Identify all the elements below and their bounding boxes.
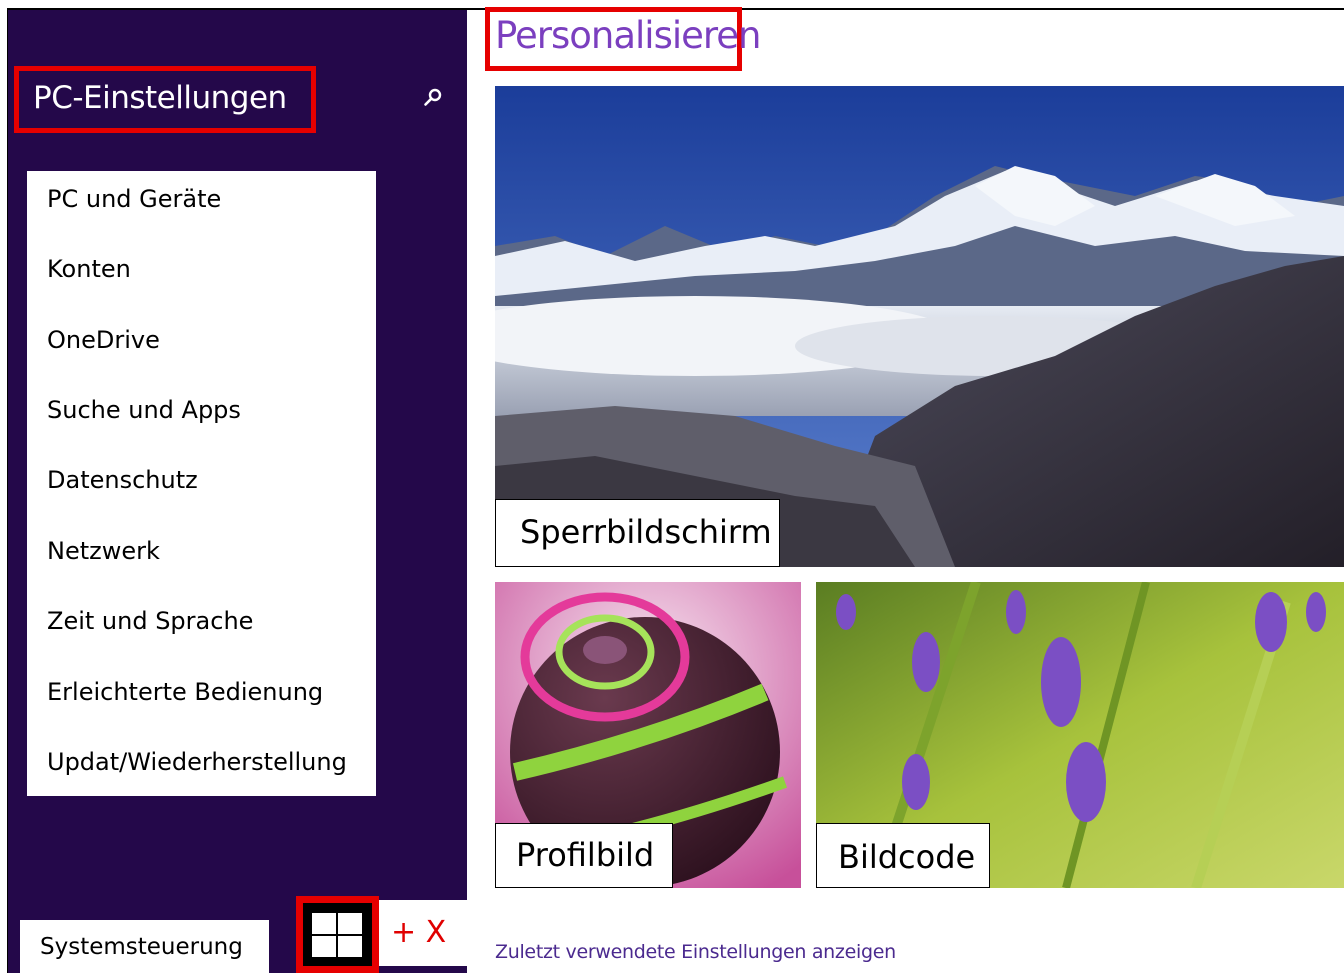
nav-item-time-language[interactable]: Zeit und Sprache [47,607,253,635]
app-title: PC-Einstellungen [33,80,287,116]
lock-screen-tile[interactable]: Sperrbildschirm [495,86,1344,567]
search-icon[interactable] [422,87,444,109]
mountain-landscape-image [495,86,1344,567]
picture-password-label: Bildcode [816,823,990,888]
control-panel-label[interactable]: Systemsteuerung [40,934,243,960]
settings-nav: PC und Geräte Konten OneDrive Suche und … [27,171,376,796]
recent-settings-link[interactable]: Zuletzt verwendete Einstellungen anzeige… [495,941,896,963]
lock-screen-label: Sperrbildschirm [495,499,780,567]
picture-password-tile[interactable]: Bildcode [816,582,1344,888]
left-frame [0,8,8,973]
windows-logo-icon [312,913,362,957]
nav-item-onedrive[interactable]: OneDrive [47,326,160,354]
nav-item-privacy[interactable]: Datenschutz [47,466,198,494]
profile-picture-label: Profilbild [495,823,673,888]
page-heading: Personalisieren [495,14,761,57]
profile-picture-tile[interactable]: Profilbild [495,582,801,888]
nav-item-network[interactable]: Netzwerk [47,537,160,565]
shortcut-hint: + X [391,915,447,950]
nav-item-accounts[interactable]: Konten [47,255,131,283]
nav-item-pc-devices[interactable]: PC und Geräte [47,185,221,213]
nav-item-update-recovery[interactable]: Updat/Wiederherstellung [47,748,347,776]
nav-item-search-apps[interactable]: Suche und Apps [47,396,241,424]
nav-item-ease-of-access[interactable]: Erleichterte Bedienung [47,678,323,706]
